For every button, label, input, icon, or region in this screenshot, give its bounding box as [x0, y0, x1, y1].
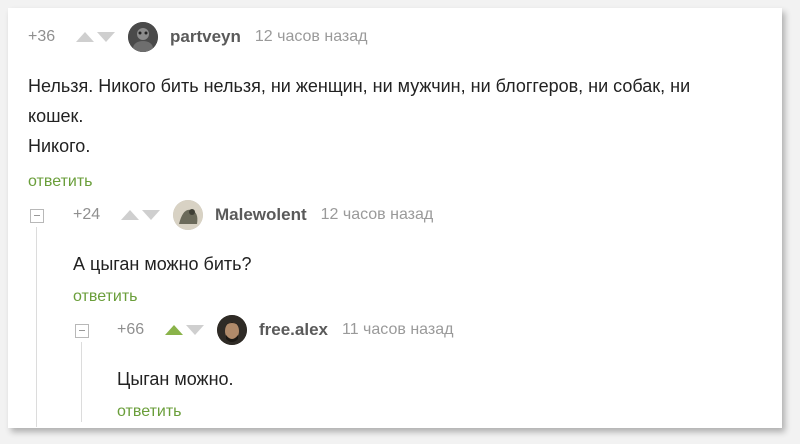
comment-time: 12 часов назад	[320, 206, 434, 223]
comment-text-line: Никого.	[28, 136, 91, 156]
upvote-icon[interactable]	[121, 210, 139, 220]
vote-controls	[165, 325, 217, 335]
vote-controls	[76, 32, 128, 42]
comment-text: Нельзя. Никого бить нельзя, ни женщин, н…	[28, 71, 690, 161]
comment-text-line: Цыган можно.	[117, 369, 234, 389]
username-link[interactable]: free.alex	[259, 320, 328, 340]
comment-header: +24 Malewolent 12 часов назад	[73, 200, 434, 230]
upvote-icon[interactable]	[165, 325, 183, 335]
comment-text-line: А цыган можно бить?	[73, 254, 252, 274]
comment-time: 11 часов назад	[342, 321, 454, 338]
avatar[interactable]	[217, 315, 247, 345]
username-link[interactable]: partveyn	[170, 27, 241, 47]
comment-malewolent: +24 Malewolent 12 часов назад А цыган мо…	[73, 200, 773, 305]
avatar-image	[128, 22, 158, 52]
comment-rating: +66	[117, 321, 145, 338]
comment-text: А цыган можно бить?	[73, 249, 252, 279]
comment-text: Цыган можно.	[117, 364, 234, 394]
avatar[interactable]	[128, 22, 158, 52]
thread-line	[81, 342, 82, 422]
downvote-icon[interactable]	[97, 32, 115, 42]
downvote-icon[interactable]	[142, 210, 160, 220]
avatar-image	[173, 200, 203, 230]
comments-thread: +36 partveyn 12 часов назад Нельзя. Нико…	[8, 8, 782, 428]
comment-partveyn: +36 partveyn 12 часов назад Нельзя. Нико…	[28, 22, 778, 194]
collapse-thread-button[interactable]	[30, 209, 44, 223]
upvote-icon[interactable]	[76, 32, 94, 42]
comment-rating: +24	[73, 206, 101, 223]
reply-link[interactable]: ответить	[73, 288, 138, 306]
collapse-thread-button[interactable]	[75, 324, 89, 338]
comment-rating: +36	[28, 28, 56, 45]
reply-link[interactable]: ответить	[28, 173, 93, 191]
comment-header: +66 free.alex 11 часов назад	[117, 315, 454, 345]
comment-text-line: кошек.	[28, 106, 84, 126]
comment-time: 12 часов назад	[254, 28, 368, 45]
comment-text-line: Нельзя. Никого бить нельзя, ни женщин, н…	[28, 76, 691, 96]
comment-header: +36 partveyn 12 часов назад	[28, 22, 368, 52]
comment-free-alex: +66 free.alex 11 часов назад Цыган можно…	[117, 315, 767, 422]
username-link[interactable]: Malewolent	[215, 205, 307, 225]
vote-controls	[121, 210, 173, 220]
avatar-image	[217, 315, 247, 345]
avatar[interactable]	[173, 200, 203, 230]
thread-line	[36, 227, 37, 427]
downvote-icon[interactable]	[186, 325, 204, 335]
reply-link[interactable]: ответить	[117, 403, 182, 421]
